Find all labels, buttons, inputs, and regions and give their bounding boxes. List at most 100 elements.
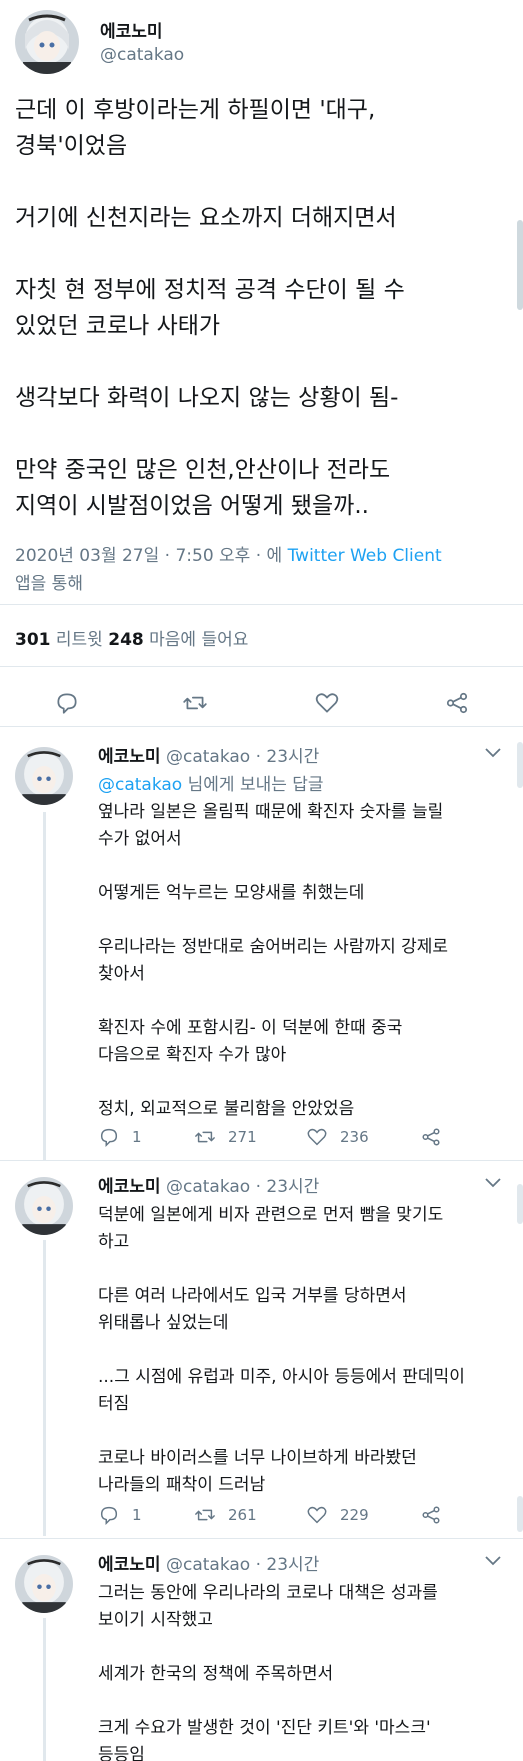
retweet-label[interactable]: 리트윗: [51, 630, 109, 650]
via-label: 앱을 통해: [15, 574, 83, 594]
avatar[interactable]: [15, 10, 79, 74]
avatar-image: [15, 747, 73, 805]
retweet-count[interactable]: 301: [15, 630, 51, 650]
tweet-stats: 301 리트윗 248 마음에 들어요: [15, 625, 248, 650]
reply-tweet[interactable]: 에코노미 @catakao · 23시간 덕분에 일본에게 비자 관련으로 먼저…: [0, 1172, 523, 1540]
retweet-icon: [194, 1126, 216, 1148]
reply-action-bar: 1 261 229: [98, 1502, 518, 1532]
reply-count: 1: [132, 1506, 142, 1524]
chevron-down-icon[interactable]: [485, 748, 501, 758]
like-count: 236: [340, 1128, 369, 1146]
reply-action-bar: 1 271 236: [98, 1124, 518, 1154]
avatar-image: [15, 1555, 73, 1613]
reply-line: 덕분에 일본에게 비자 관련으로 먼저 빰을 맞기도: [98, 1205, 444, 1225]
heart-icon: [306, 1126, 328, 1148]
like-button[interactable]: 229: [306, 1502, 369, 1528]
mention-link[interactable]: @catakao: [98, 775, 182, 795]
chevron-down-icon[interactable]: [485, 1556, 501, 1566]
divider: [0, 666, 523, 667]
reply-text: 덕분에 일본에게 비자 관련으로 먼저 빰을 맞기도 하고 다른 여러 나라에서…: [98, 1202, 518, 1499]
reply-line: 수가 없어서: [98, 829, 182, 849]
reply-text: @catakao 님에게 보내는 답글 옆나라 일본은 올림픽 때문에 확진자 …: [98, 772, 518, 1123]
author-name[interactable]: 에코노미: [98, 1177, 161, 1197]
replying-suffix: 님에게 보내는 답글: [182, 775, 324, 795]
reply-tweet[interactable]: 에코노미 @catakao · 23시간 그러는 동안에 우리나라의 코로나 대…: [0, 1550, 523, 1761]
reply-line: 확진자 수에 포함시킴- 이 덕분에 한때 중국: [98, 1018, 403, 1038]
reply-button[interactable]: 1: [98, 1502, 142, 1528]
reply-line: 그러는 동안에 우리나라의 코로나 대책은 성과를: [98, 1583, 438, 1603]
author-handle[interactable]: @catakao · 23시간: [166, 1555, 319, 1575]
avatar-image: [15, 1177, 73, 1235]
reply-tweet[interactable]: 에코노미 @catakao · 23시간 @catakao 님에게 보내는 답글…: [0, 742, 523, 1162]
scrollbar-thumb[interactable]: [517, 220, 523, 310]
tweet-text: 근데 이 후방이라는게 하필이면 '대구, 경북'이었음 거기에 신천지라는 요…: [15, 92, 515, 524]
author-name[interactable]: 에코노미: [98, 1555, 161, 1575]
retweet-button[interactable]: 271: [194, 1124, 257, 1150]
heart-icon[interactable]: [314, 690, 340, 716]
reply-line: 터짐: [98, 1394, 130, 1414]
retweet-icon[interactable]: [182, 690, 208, 716]
tweet-line: 지역이 시발점이었음 어떻게 됐을까..: [15, 493, 369, 519]
like-label[interactable]: 마음에 들어요: [144, 630, 248, 650]
reply-line: ...그 시점에 유럽과 미주, 아시아 등등에서 판데믹이: [98, 1367, 465, 1387]
like-count: 229: [340, 1506, 369, 1524]
author-handle[interactable]: @catakao · 23시간: [166, 747, 319, 767]
reply-line: 우리나라는 정반대로 숨어버리는 사람까지 강제로: [98, 937, 449, 957]
reply-icon: [98, 1504, 120, 1526]
reply-text: 그러는 동안에 우리나라의 코로나 대책은 성과를 보이기 시작했고 세계가 한…: [98, 1580, 518, 1761]
reply-line: 코로나 바이러스를 너무 나이브하게 바라봤던: [98, 1448, 417, 1468]
reply-line: 옆나라 일본은 올림픽 때문에 확진자 숫자를 늘릴: [98, 802, 444, 822]
reply-line: 세계가 한국의 정책에 주목하면서: [98, 1664, 334, 1684]
tweet-line: 만약 중국인 많은 인천,안산이나 전라도: [15, 457, 391, 483]
heart-icon: [306, 1504, 328, 1526]
share-icon: [420, 1126, 442, 1148]
reply-icon: [98, 1126, 120, 1148]
replying-to: @catakao 님에게 보내는 답글: [98, 772, 518, 799]
reply-line: 다른 여러 나라에서도 입국 거부를 당하면서: [98, 1286, 407, 1306]
like-button[interactable]: 236: [306, 1124, 369, 1150]
share-icon: [420, 1504, 442, 1526]
reply-line: 어떻게든 억누르는 모양새를 취했는데: [98, 883, 365, 903]
reply-line: 위태롭나 싶었는데: [98, 1313, 229, 1333]
reply-header: 에코노미 @catakao · 23시간: [98, 742, 319, 767]
avatar[interactable]: [15, 1177, 73, 1235]
reply-line: 나라들의 패착이 드러남: [98, 1475, 266, 1495]
client-link[interactable]: Twitter Web Client: [288, 546, 442, 566]
reply-line: 정치, 외교적으로 불리함을 안았었음: [98, 1099, 355, 1119]
like-count[interactable]: 248: [108, 630, 144, 650]
chevron-down-icon[interactable]: [485, 1178, 501, 1188]
reply-line: 크게 수요가 발생한 것이 '진단 키트'와 '마스크': [98, 1718, 431, 1738]
tweet-line: 있었던 코로나 사태가: [15, 313, 221, 339]
tweet-line: 경북'이었음: [15, 133, 128, 159]
retweet-icon: [194, 1504, 216, 1526]
reply-button[interactable]: 1: [98, 1124, 142, 1150]
share-button[interactable]: [420, 1124, 442, 1150]
divider: [0, 1538, 523, 1539]
divider: [0, 604, 523, 605]
tweet-meta: 2020년 03월 27일 · 7:50 오후 · 에 Twitter Web …: [15, 542, 515, 598]
reply-header: 에코노미 @catakao · 23시간: [98, 1172, 319, 1197]
avatar-image: [15, 10, 79, 74]
main-author-row: 에코노미 @catakao: [0, 0, 523, 80]
divider: [0, 1160, 523, 1161]
tweet-line: 자칫 현 정부에 정치적 공격 수단이 될 수: [15, 277, 405, 303]
author-name[interactable]: 에코노미: [98, 747, 161, 767]
reply-count: 1: [132, 1128, 142, 1146]
author-handle[interactable]: @catakao: [100, 45, 184, 65]
avatar[interactable]: [15, 1555, 73, 1613]
retweet-button[interactable]: 261: [194, 1502, 257, 1528]
tweet-line: 생각보다 화력이 나오지 않는 상황이 됨-: [15, 385, 399, 411]
reply-line: 보이기 시작했고: [98, 1610, 213, 1630]
tweet-line: 거기에 신천지라는 요소까지 더해지면서: [15, 205, 397, 231]
share-button[interactable]: [420, 1502, 442, 1528]
timestamp[interactable]: 2020년 03월 27일 · 7:50 오후 · 에: [15, 546, 288, 566]
reply-icon[interactable]: [54, 690, 80, 716]
tweet-line: 근데 이 후방이라는게 하필이면 '대구,: [15, 97, 376, 123]
divider: [0, 726, 523, 727]
retweet-count: 271: [228, 1128, 257, 1146]
reply-line: 하고: [98, 1232, 130, 1252]
share-icon[interactable]: [444, 690, 470, 716]
author-handle[interactable]: @catakao · 23시간: [166, 1177, 319, 1197]
avatar[interactable]: [15, 747, 73, 805]
author-name[interactable]: 에코노미: [100, 17, 163, 42]
